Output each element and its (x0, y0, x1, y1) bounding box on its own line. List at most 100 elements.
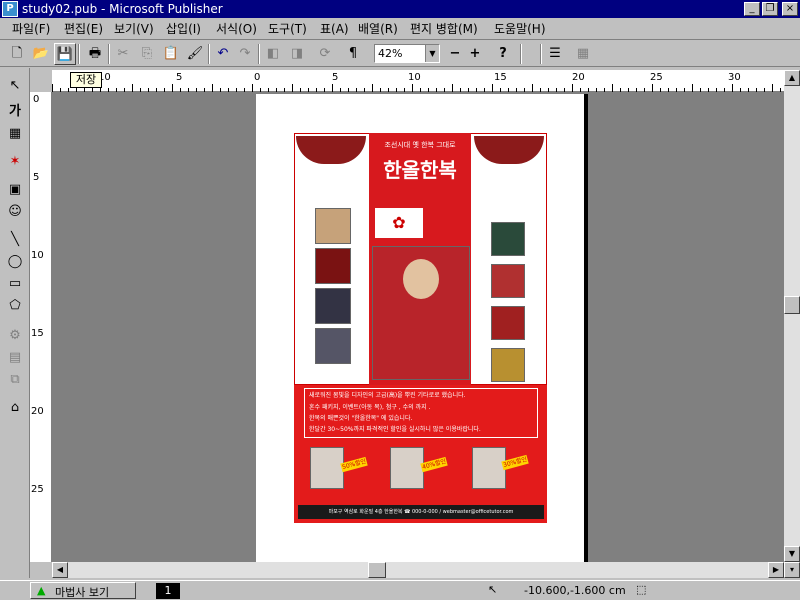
bring-front-icon[interactable]: ◧ (262, 43, 284, 65)
properties-icon[interactable]: ▦ (572, 43, 594, 65)
align-icon[interactable]: ☰ (544, 43, 566, 65)
send-back-icon[interactable]: ◨ (286, 43, 308, 65)
menu-edit[interactable]: 편집(E) (64, 21, 103, 37)
clipart-icon[interactable]: ☺ (4, 202, 26, 222)
oval-icon[interactable]: ◯ (4, 252, 26, 272)
line-icon[interactable]: ╲ (4, 230, 26, 250)
page-down-icon[interactable]: ▾ (784, 562, 800, 578)
toolbar-separator (258, 44, 260, 64)
design-gallery-icon[interactable]: ⌂ (4, 398, 26, 418)
ruler-label: 10 (408, 72, 421, 83)
menu-table[interactable]: 표(A) (320, 21, 349, 37)
triangle-up-icon: ▲ (37, 584, 46, 597)
status-bar: ▲ 마법사 보기 1 ↖ -10.600,-1.600 cm ⬚ (0, 580, 800, 600)
thumbnail-photo[interactable] (315, 288, 351, 324)
product-photo[interactable] (310, 447, 344, 489)
rotate-icon[interactable]: ⟳ (314, 43, 336, 65)
thumbnail-photo[interactable] (491, 222, 525, 256)
ruler-label: 5 (332, 72, 339, 83)
horizontal-scrollbar[interactable]: ◀ ▶ (52, 562, 784, 578)
thumbnail-photo[interactable] (491, 264, 525, 298)
print-icon[interactable]: 🖶 (84, 43, 106, 65)
scroll-down-icon[interactable]: ▼ (784, 546, 800, 562)
close-icon[interactable]: × (782, 2, 798, 16)
ruler-label: 25 (650, 72, 663, 83)
objects-toolbar: ↖ 가 ▦ ✶ ▣ ☺ ╲ ◯ ▭ ⬠ ⚙ ▤ ⧉ ⌂ (0, 68, 30, 578)
scroll-right-icon[interactable]: ▶ (768, 562, 784, 578)
thumbnail-photo[interactable] (315, 208, 351, 244)
wordart-icon[interactable]: ✶ (4, 152, 26, 172)
menu-format[interactable]: 서식(O) (216, 21, 257, 37)
ruler-label: 15 (31, 328, 44, 339)
wizard-toggle-button[interactable]: ▲ 마법사 보기 (30, 582, 136, 599)
help-icon[interactable]: ? (492, 43, 514, 65)
paste-icon[interactable]: 📋 (160, 43, 182, 65)
copy-icon[interactable]: ⎘ (136, 43, 158, 65)
ad-body-frame[interactable]: 새로워진 봄빛을 디자인의 고급(高)을 뿌린 기타로로 했습니다. 혼수 패키… (304, 388, 538, 438)
ad-body-line: 한복의 매쁜것이 "한올한복" 에 있습니다. (309, 415, 413, 422)
table-frame-icon[interactable]: ▦ (4, 124, 26, 144)
zoom-value: 42% (378, 47, 403, 60)
ruler-label: 30 (728, 72, 741, 83)
ruler-label: 25 (31, 484, 44, 495)
vertical-scrollbar[interactable]: ▲ ▼ ▾ (784, 70, 800, 578)
ole-icon[interactable]: ⚙ (4, 326, 26, 346)
restore-icon[interactable]: ❐ (762, 2, 778, 16)
custom-shape-icon[interactable]: ⬠ (4, 296, 26, 316)
form-icon[interactable]: ▤ (4, 348, 26, 368)
pointer-icon: ↖ (488, 583, 498, 596)
cut-icon[interactable]: ✂ (112, 43, 134, 65)
dragon-logo-icon: ✿ (375, 208, 423, 238)
ruler-label: 20 (572, 72, 585, 83)
zoom-out-icon[interactable]: − (444, 43, 466, 65)
zoom-select[interactable]: 42% ▼ (374, 44, 440, 63)
thumbnail-photo[interactable] (315, 328, 351, 364)
menu-mail-merge[interactable]: 편지 병합(M) (410, 21, 478, 37)
horizontal-ruler[interactable]: 10 5 0 5 10 15 20 25 30 (52, 70, 784, 92)
scroll-up-icon[interactable]: ▲ (784, 70, 800, 86)
ruler-label: 5 (33, 172, 40, 183)
open-icon[interactable]: 📂 (30, 43, 52, 65)
ruler-label: 5 (176, 72, 183, 83)
menu-insert[interactable]: 삽입(I) (166, 21, 201, 37)
thumbnail-photo[interactable] (491, 348, 525, 382)
scroll-thumb[interactable] (784, 296, 800, 314)
menu-file[interactable]: 파일(F) (12, 21, 50, 37)
chevron-down-icon[interactable]: ▼ (425, 45, 439, 62)
paragraph-icon[interactable]: ¶ (342, 43, 364, 65)
hanbok-main-photo[interactable] (372, 246, 470, 380)
ruler-label: 0 (254, 72, 261, 83)
pointer-icon[interactable]: ↖ (4, 76, 26, 96)
ad-body-line: 한달간 30~50%까지 파격적인 할인을 실시하니 많은 이용바랍니다. (309, 426, 481, 433)
menu-view[interactable]: 보기(V) (114, 21, 154, 37)
minimize-icon[interactable]: _ (744, 2, 760, 16)
undo-icon[interactable]: ↶ (212, 43, 234, 65)
product-photo[interactable] (472, 447, 506, 489)
page-number[interactable]: 1 (156, 583, 180, 599)
toolbar-separator (520, 44, 522, 64)
text-frame-icon[interactable]: 가 (4, 102, 26, 122)
thumbnail-photo[interactable] (491, 306, 525, 340)
redo-icon[interactable]: ↷ (234, 43, 256, 65)
menu-help[interactable]: 도움말(H) (494, 21, 546, 37)
toolbar-separator (108, 44, 110, 64)
window-title: study02.pub - Microsoft Publisher (22, 2, 223, 16)
publisher-icon[interactable]: P (2, 1, 18, 17)
thumbnail-photo[interactable] (315, 248, 351, 284)
save-icon[interactable]: 💾 (54, 43, 76, 65)
menu-tools[interactable]: 도구(T) (268, 21, 307, 37)
web-icon[interactable]: ⧉ (4, 370, 26, 390)
toolbar-separator (208, 44, 210, 64)
product-photo[interactable] (390, 447, 424, 489)
vertical-ruler[interactable]: 0 5 10 15 20 25 (30, 92, 52, 562)
ad-body-line: 혼수 패키지, 이벤트(아동 복), 첨구 , 수의 까지 . (309, 404, 431, 411)
menu-arrange[interactable]: 배열(R) (358, 21, 398, 37)
scroll-thumb[interactable] (368, 562, 386, 578)
scroll-left-icon[interactable]: ◀ (52, 562, 68, 578)
zoom-in-icon[interactable]: + (464, 43, 486, 65)
new-icon[interactable]: 🗋 (6, 43, 28, 65)
tooltip: 저장 (70, 72, 102, 88)
rectangle-icon[interactable]: ▭ (4, 274, 26, 294)
format-painter-icon[interactable]: 🖌 (184, 43, 206, 65)
picture-frame-icon[interactable]: ▣ (4, 180, 26, 200)
